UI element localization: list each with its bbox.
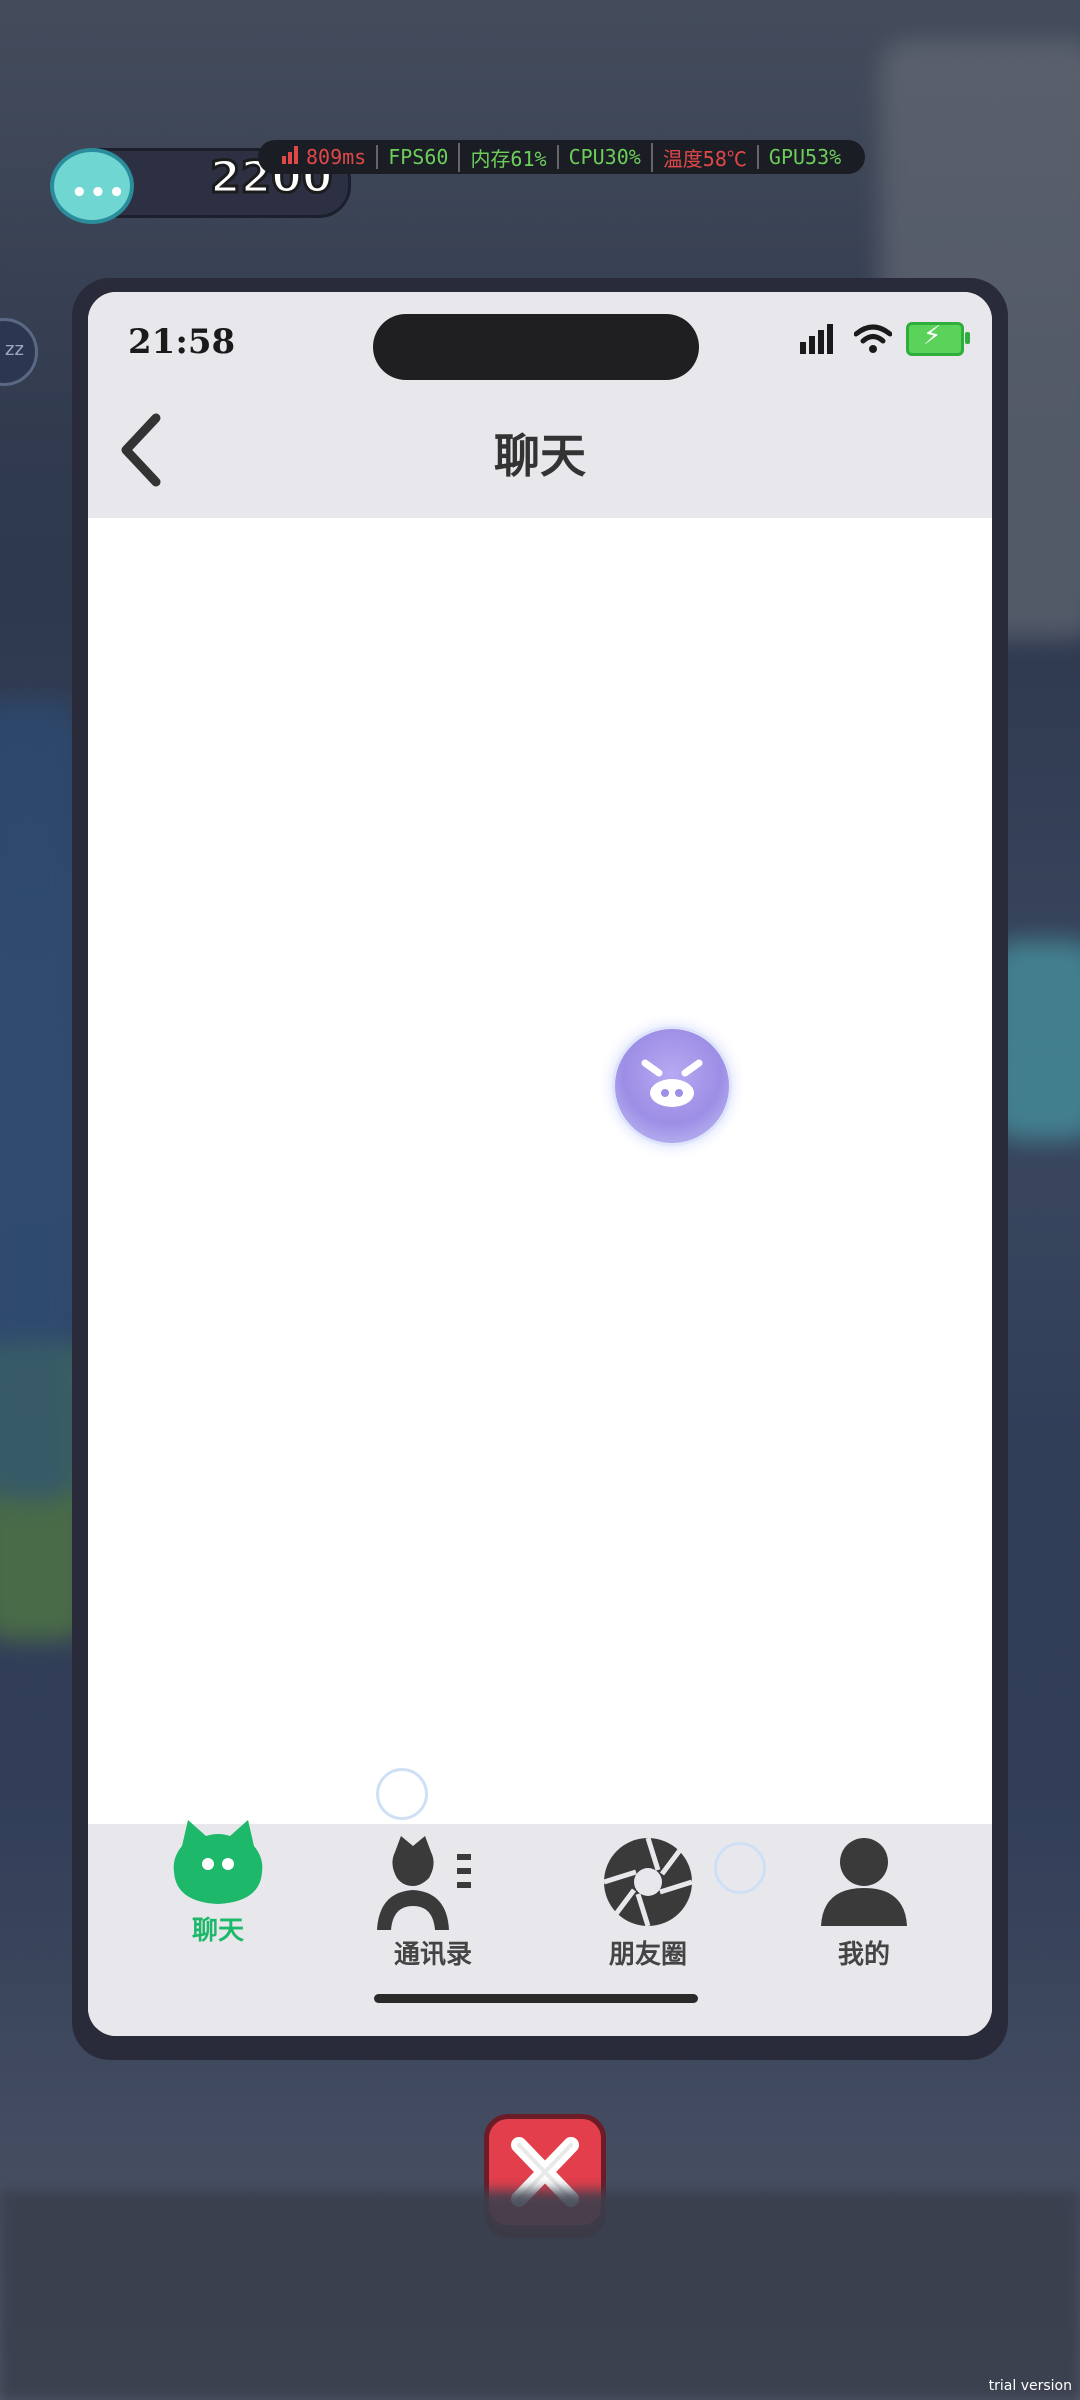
tab-moments-label: 朋友圈 — [608, 1940, 687, 1970]
touch-ripple — [376, 1768, 428, 1820]
temperature-readout: 温度58℃ — [650, 142, 757, 172]
tab-profile[interactable]: 我的 — [774, 1824, 954, 2024]
status-icons: ⚡ — [800, 321, 970, 356]
status-time: 21:58 — [128, 322, 236, 362]
touch-ripple — [714, 1842, 766, 1894]
zz-icon: zz — [5, 339, 24, 360]
performance-overlay: 809ms FPS60 内存61% CPU30% 温度58℃ GPU53% — [258, 140, 866, 174]
tab-profile-label: 我的 — [837, 1940, 890, 1970]
cpu-readout: CPU30% — [556, 145, 651, 169]
home-indicator[interactable] — [374, 1994, 698, 2003]
memory-readout: 内存61% — [458, 142, 556, 172]
tab-chat-label: 聊天 — [191, 1916, 244, 1946]
signal-icon — [282, 146, 302, 164]
contacts-icon — [377, 1836, 471, 1930]
battery-charging-icon: ⚡ — [906, 321, 970, 356]
trial-watermark: trial version — [988, 2378, 1072, 2394]
tab-contacts-label: 通讯录 — [393, 1940, 472, 1970]
fps-readout: FPS60 — [376, 145, 458, 169]
gpu-readout: GPU53% — [756, 145, 851, 169]
ping-readout: 809ms — [272, 145, 376, 169]
chat-bubble-coin-icon: ••• — [50, 148, 134, 224]
bottom-tab-bar: 聊天 通讯录 朋友圈 我的 — [88, 1820, 992, 2036]
phone-screen: 21:58 ⚡ 聊天 聊天 通讯录 朋友圈 我的 — [88, 292, 992, 2036]
tab-chat[interactable]: 聊天 — [128, 1820, 308, 2024]
background-card-strip — [0, 2190, 1080, 2400]
dynamic-island — [373, 314, 699, 380]
page-title: 聊天 — [494, 429, 586, 483]
chat-list-area[interactable] — [88, 518, 992, 2036]
angry-pig-icon — [641, 1059, 703, 1107]
cellular-signal-icon — [800, 324, 833, 354]
wifi-icon — [854, 324, 892, 353]
phone-header: 21:58 ⚡ 聊天 — [88, 292, 992, 518]
moments-aperture-icon — [603, 1837, 693, 1927]
profile-icon — [821, 1838, 907, 1926]
floating-pig-assistant-button[interactable] — [612, 1026, 732, 1146]
background-blue-wall — [0, 700, 80, 1500]
chat-cat-icon — [173, 1820, 263, 1904]
